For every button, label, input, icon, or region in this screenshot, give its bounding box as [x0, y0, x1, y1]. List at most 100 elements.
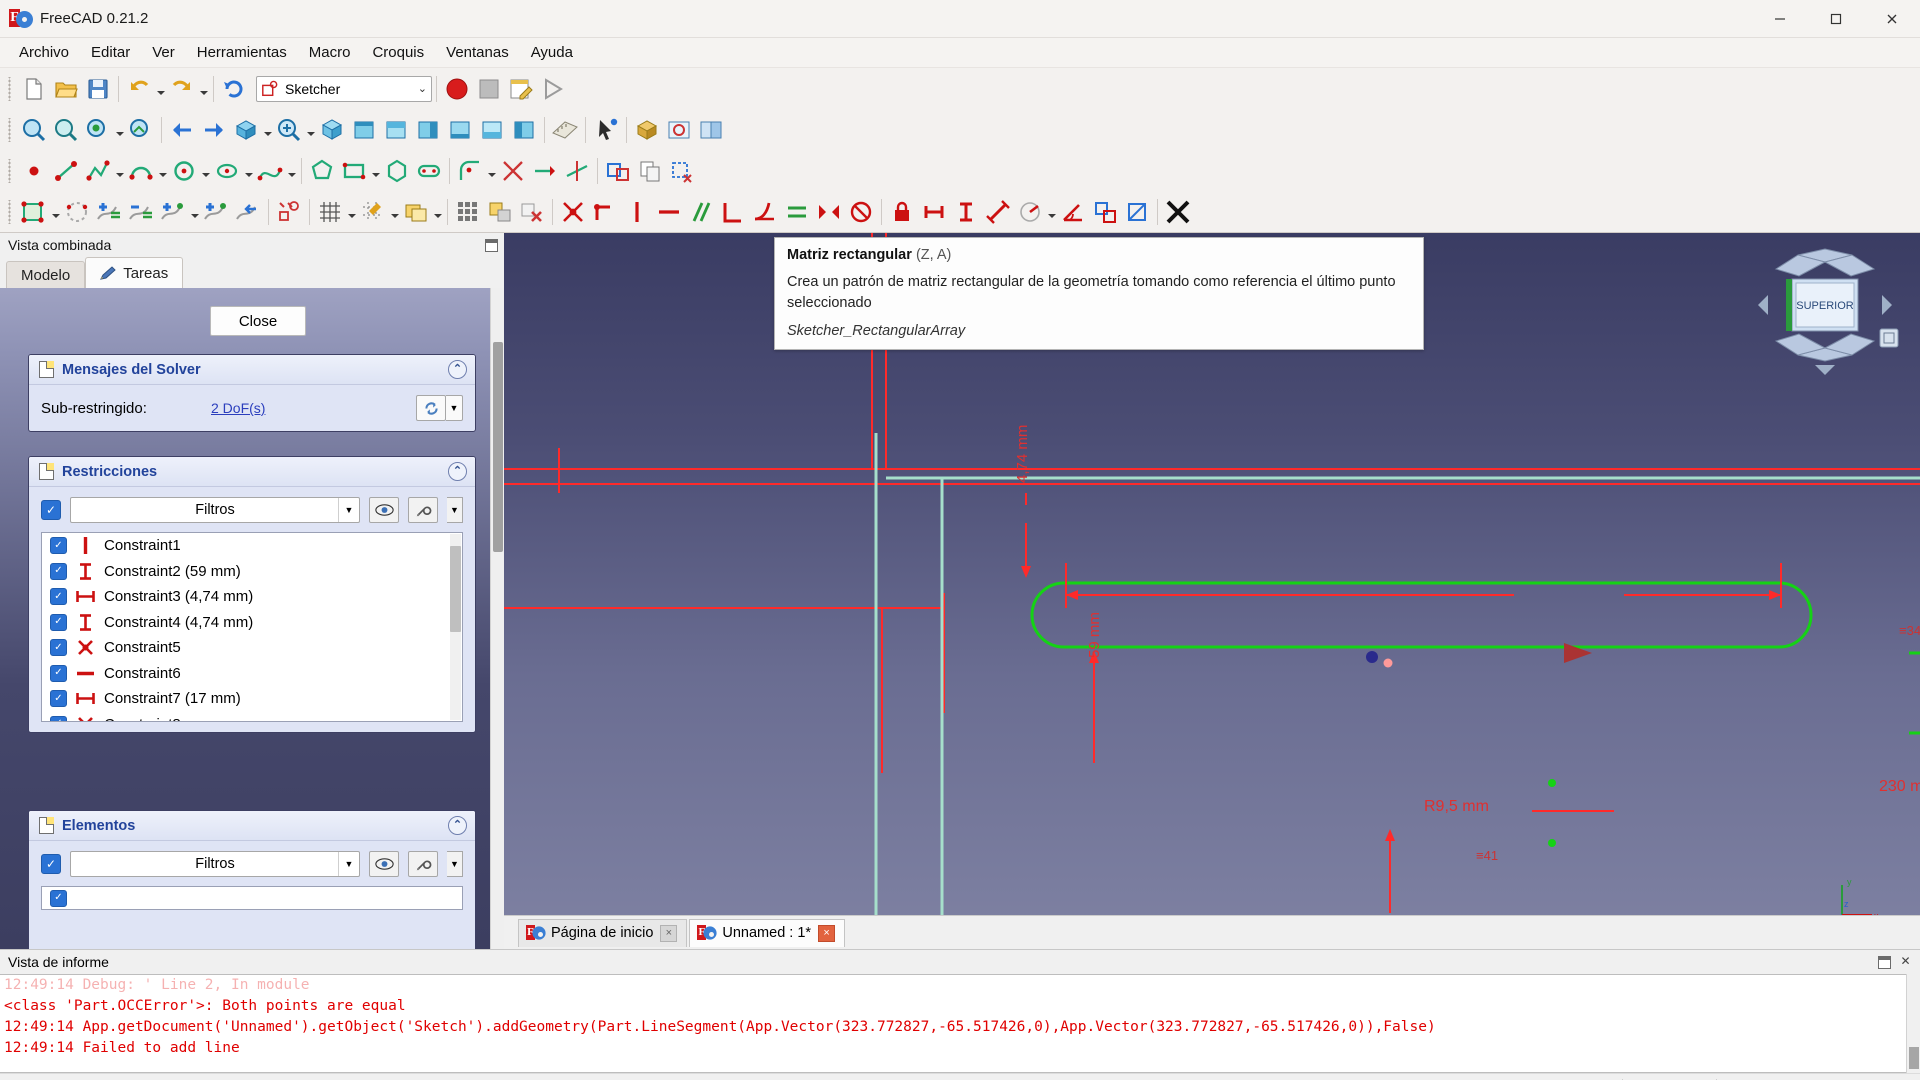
circle-dropdown[interactable] — [200, 156, 211, 186]
bottom-view-icon[interactable] — [477, 115, 507, 145]
new-document-icon[interactable] — [19, 74, 49, 104]
elements-filter-combo[interactable]: Filtros ▼ — [70, 851, 360, 877]
create-slot-icon[interactable] — [414, 156, 444, 186]
constrain-parallel-icon[interactable] — [686, 197, 716, 227]
fit-all-icon[interactable] — [19, 115, 49, 145]
selection-mode-icon[interactable] — [83, 115, 113, 145]
menu-ayuda[interactable]: Ayuda — [520, 40, 584, 65]
constrain-block-icon[interactable] — [846, 197, 876, 227]
extend-edge-icon[interactable] — [530, 156, 560, 186]
rear-view-icon[interactable] — [445, 115, 475, 145]
toolbar-grip[interactable] — [7, 199, 15, 224]
toolbar-grip[interactable] — [7, 117, 15, 142]
constraints-visibility-button[interactable] — [369, 497, 399, 523]
list-item[interactable]: Constraint5 — [42, 635, 462, 661]
menu-archivo[interactable]: Archivo — [8, 40, 80, 65]
scrollbar-thumb[interactable] — [450, 546, 461, 632]
snap-dropdown[interactable] — [389, 197, 400, 227]
chevron-up-icon[interactable]: ⌃ — [448, 816, 467, 835]
list-item[interactable] — [42, 887, 462, 909]
create-polygon-icon[interactable] — [307, 156, 337, 186]
fillet-dropdown[interactable] — [486, 156, 497, 186]
constrain-distance-y-icon[interactable] — [951, 197, 981, 227]
validate-sketch-icon[interactable] — [62, 197, 92, 227]
constrain-distance-x-icon[interactable] — [919, 197, 949, 227]
list-item[interactable]: Constraint4 (4,74 mm) — [42, 610, 462, 636]
undo-dropdown[interactable] — [155, 74, 166, 104]
toggle-grid-icon[interactable] — [315, 197, 345, 227]
tab-pagina-de-inicio[interactable]: F Página de inicio × — [518, 918, 688, 947]
constrain-point-on-object-icon[interactable] — [590, 197, 620, 227]
macro-edit-icon[interactable] — [506, 74, 536, 104]
grid-dropdown[interactable] — [346, 197, 357, 227]
constraint-visible-checkbox[interactable] — [50, 588, 67, 606]
zoom-selection-icon[interactable] — [51, 115, 81, 145]
view-fit-box-icon[interactable] — [231, 115, 261, 145]
render-order-dropdown[interactable] — [432, 197, 443, 227]
auto-update-dropdown[interactable]: ▼ — [446, 395, 463, 421]
create-bspline-icon[interactable] — [255, 156, 285, 186]
tab-unnamed-1[interactable]: F Unnamed : 1* × — [689, 918, 846, 947]
constrain-distance-icon[interactable] — [983, 197, 1013, 227]
menu-editar[interactable]: Editar — [80, 40, 141, 65]
next-view-icon[interactable] — [199, 115, 229, 145]
top-view-icon[interactable] — [381, 115, 411, 145]
scrollbar-thumb[interactable] — [493, 342, 503, 552]
arc-dropdown[interactable] — [157, 156, 168, 186]
open-document-icon[interactable] — [51, 74, 81, 104]
zoom-icon[interactable] — [274, 115, 304, 145]
create-fillet-icon[interactable] — [455, 156, 485, 186]
create-group-icon[interactable] — [664, 115, 694, 145]
carbon-copy-icon[interactable] — [635, 156, 665, 186]
refresh-view-icon[interactable] — [126, 115, 156, 145]
create-rectangle-icon[interactable] — [339, 156, 369, 186]
rectangle-dropdown[interactable] — [370, 156, 381, 186]
constrain-tangent-icon[interactable] — [750, 197, 780, 227]
conic-dropdown[interactable] — [243, 156, 254, 186]
right-view-icon[interactable] — [413, 115, 443, 145]
constraint-visible-checkbox[interactable] — [50, 613, 67, 631]
close-icon[interactable]: ✕ — [1899, 955, 1912, 969]
constrain-symmetric-icon[interactable] — [814, 197, 844, 227]
constraints-list[interactable]: Constraint1 Constraint2 (59 mm) — [41, 532, 463, 722]
edit-sketch-icon[interactable] — [19, 197, 49, 227]
elements-list[interactable] — [41, 886, 463, 910]
close-button[interactable] — [1864, 0, 1920, 38]
element-visible-checkbox[interactable] — [50, 889, 67, 907]
elements-select-all-checkbox[interactable] — [41, 854, 61, 874]
radius-dropdown[interactable] — [1046, 197, 1057, 227]
sketch-attachment-icon[interactable] — [233, 197, 263, 227]
create-part-icon[interactable] — [632, 115, 662, 145]
constrain-coincident-icon[interactable] — [558, 197, 588, 227]
map-sketch-icon[interactable] — [201, 197, 231, 227]
split-edge-icon[interactable] — [562, 156, 592, 186]
sketch-visual-icon[interactable] — [274, 197, 304, 227]
edit-sketch-dropdown[interactable] — [50, 197, 61, 227]
create-arc-icon[interactable] — [126, 156, 156, 186]
left-view-icon[interactable] — [509, 115, 539, 145]
toggle-snap-icon[interactable] — [358, 197, 388, 227]
maximize-button[interactable] — [1808, 0, 1864, 38]
elements-settings-button[interactable] — [408, 851, 438, 877]
create-point-icon[interactable] — [19, 156, 49, 186]
redo-dropdown[interactable] — [198, 74, 209, 104]
constraint-marker[interactable]: ≡34 — [1899, 623, 1920, 638]
macro-stop-icon[interactable] — [474, 74, 504, 104]
dimension-label[interactable]: R9,5 mm — [1424, 798, 1489, 816]
constrain-equal-icon[interactable] — [782, 197, 812, 227]
mirror-sketch-icon[interactable] — [126, 197, 156, 227]
external-geometry-icon[interactable] — [603, 156, 633, 186]
dof-link[interactable]: 2 DoF(s) — [211, 400, 265, 416]
undock-icon[interactable] — [485, 238, 498, 252]
constrain-angle-icon[interactable] — [1058, 197, 1088, 227]
create-circle-icon[interactable] — [169, 156, 199, 186]
activate-deactivate-constraint-icon[interactable] — [1122, 197, 1152, 227]
menu-ver[interactable]: Ver — [141, 40, 186, 65]
list-item[interactable]: Constraint3 (4,74 mm) — [42, 584, 462, 610]
toolbar-grip[interactable] — [7, 76, 15, 101]
bspline-dropdown[interactable] — [286, 156, 297, 186]
constraint-marker[interactable]: ≡41 — [1476, 848, 1498, 863]
constraint-visible-checkbox[interactable] — [50, 664, 67, 682]
constraints-header[interactable]: Restricciones ⌃ — [29, 457, 475, 487]
toolbar-grip[interactable] — [7, 158, 15, 183]
